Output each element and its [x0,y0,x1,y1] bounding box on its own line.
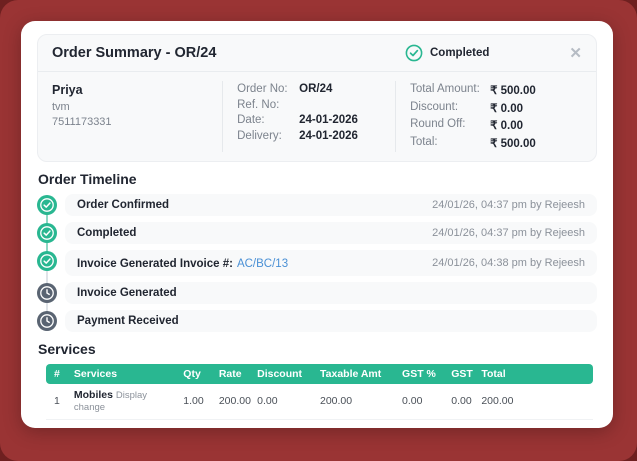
col-services: Services [67,363,178,384]
col-total: Total [475,363,593,384]
item-name: Mobiles [73,388,113,401]
delivery-label: Delivery: [237,129,282,142]
timeline-item-order-confirmed: Order Confirmed 24/01/26, 04:37 pm by Re… [37,193,597,216]
timeline-card: Invoice Generated [65,281,597,304]
modal-title: Order Summary - OR/24 [52,45,217,61]
order-no-value: OR/24 [299,83,333,95]
timeline-label: Invoice Generated Invoice #: [77,257,233,270]
status-badge: Completed [405,44,489,62]
cell-rate: 200.00 [212,384,252,420]
total-label: Total: [410,135,438,148]
modal-title-row: Order Summary - OR/24 Completed ✕ [38,35,596,72]
col-gst: GST [445,363,476,384]
check-circle-icon [37,250,57,271]
order-header-panel: Order Summary - OR/24 Completed ✕ Priya … [37,34,597,162]
timeline-label-group: Invoice Generated Invoice #: AC/BC/13 [77,254,288,272]
cell-taxable: 200.00 [314,384,397,420]
discount-label: Discount: [410,100,459,113]
col-num: # [46,363,68,384]
timeline-meta: 24/01/26, 04:38 pm by Rejeesh [432,256,585,269]
timeline-card: Payment Received [65,309,597,332]
invoice-number-link[interactable]: AC/BC/13 [237,258,288,270]
timeline-item-completed: Completed 24/01/26, 04:37 pm by Rejeesh [37,221,597,244]
order-info-row: Priya tvm 7511173331 Order No: OR/24 Ref… [38,72,596,161]
cell-gst-pct: 0.00 [396,384,446,420]
timeline-card: Completed 24/01/26, 04:37 pm by Rejeesh [65,221,597,244]
total-amount-label: Total Amount: [410,83,480,95]
services-heading: Services [38,340,96,357]
check-circle-icon [37,222,57,243]
completed-check-icon [405,44,423,62]
delivery-value: 24-01-2026 [299,129,358,142]
ref-no-label: Ref. No: [237,98,280,111]
round-off-label: Round Off: [410,118,466,130]
timeline-meta: 24/01/26, 04:37 pm by Rejeesh [432,198,585,211]
col-discount: Discount [251,363,314,384]
round-off-value: ₹ 0.00 [490,120,523,132]
status-badge-label: Completed [430,47,490,59]
timeline-item-invoice-generated: Invoice Generated Invoice #: AC/BC/13 24/… [37,249,597,276]
cell-total: 200.00 [475,384,593,420]
order-totals: Total Amount: ₹ 500.00 Discount: ₹ 0.00 … [395,81,596,152]
cell-qty: 1.00 [177,384,213,420]
clock-pending-icon [37,282,57,303]
timeline-heading: Order Timeline [38,170,137,187]
services-table: # Services Qty Rate Discount Taxable Amt… [46,363,593,420]
col-gst-pct: GST % [396,363,446,384]
timeline-meta: 24/01/26, 04:37 pm by Rejeesh [432,226,585,239]
services-table-wrap: # Services Qty Rate Discount Taxable Amt… [46,363,593,420]
close-icon[interactable]: ✕ [569,46,582,61]
timeline-card: Order Confirmed 24/01/26, 04:37 pm by Re… [65,193,597,216]
cell-gst: 0.00 [445,384,476,420]
date-label: Date: [237,114,265,126]
customer-info: Priya tvm 7511173331 [38,81,222,152]
order-summary-modal: Order Summary - OR/24 Completed ✕ Priya … [21,21,613,428]
date-value: 24-01-2026 [299,114,358,126]
order-timeline: Order Confirmed 24/01/26, 04:37 pm by Re… [37,193,597,332]
page-background: Order Summary - OR/24 Completed ✕ Priya … [0,0,637,461]
order-no-label: Order No: [237,83,288,95]
total-value: ₹ 500.00 [490,137,536,150]
total-amount-value: ₹ 500.00 [490,85,536,97]
timeline-label: Order Confirmed [77,198,170,211]
order-details: Order No: OR/24 Ref. No: Date: 24-01-202… [222,81,395,152]
timeline-item-payment-received: Payment Received [37,309,597,332]
cell-item: Mobiles Display change [67,384,178,420]
cell-num: 1 [46,384,68,420]
customer-phone: 7511173331 [52,116,112,128]
col-qty: Qty [177,363,213,384]
cell-discount: 0.00 [251,384,314,420]
col-rate: Rate [212,363,252,384]
check-circle-icon [37,194,57,215]
col-taxable-amt: Taxable Amt [314,363,397,384]
timeline-label: Payment Received [77,314,179,327]
customer-name: Priya [52,83,83,97]
timeline-label: Invoice Generated [77,286,177,299]
ref-no-value [299,99,381,111]
services-header-row: # Services Qty Rate Discount Taxable Amt… [46,363,593,384]
timeline-card: Invoice Generated Invoice #: AC/BC/13 24/… [65,249,597,276]
timeline-label: Completed [77,226,137,239]
table-row: 1 Mobiles Display change 1.00 200.00 0.0… [46,384,593,420]
customer-location: tvm [52,101,70,113]
clock-pending-icon [37,310,57,331]
timeline-item-invoice-pending: Invoice Generated [37,281,597,304]
discount-value: ₹ 0.00 [490,102,523,115]
